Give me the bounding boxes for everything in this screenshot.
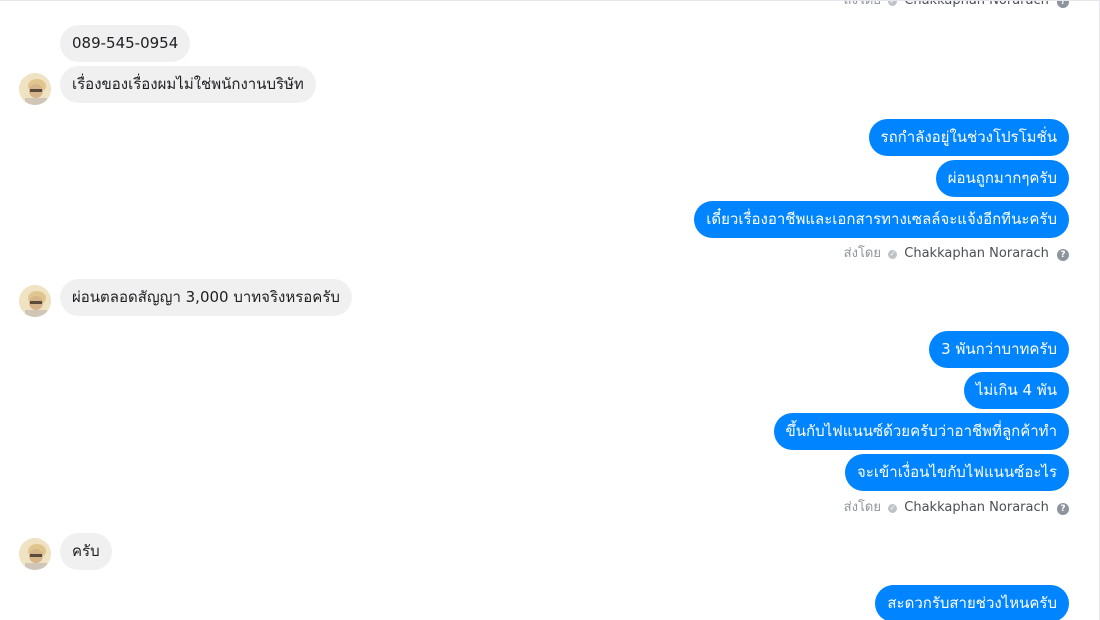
user-avatar-icon[interactable] [19,285,51,317]
outgoing-message[interactable]: ผ่อนถูกมากๆครับ [935,160,1069,197]
chat-thread[interactable]: ส่งโดย ✓ Chakkaphan Norarach ? 089-545-0… [0,0,1100,620]
user-avatar-icon[interactable] [19,73,51,105]
sent-by-label: ส่งโดย [843,246,881,261]
question-circle-icon[interactable]: ? [1057,1,1069,8]
outgoing-message[interactable]: สะดวกรับสายช่วงไหนครับ [875,585,1069,620]
question-circle-icon[interactable]: ? [1057,249,1069,261]
agent-name[interactable]: Chakkaphan Norarach [904,1,1049,8]
sent-by-line: ส่งโดย ✓ Chakkaphan Norarach ? [844,245,1069,263]
check-circle-icon: ✓ [888,250,898,259]
outgoing-message[interactable]: จะเข้าเงื่อนไขกับไฟแนนซ์อะไร [845,454,1069,491]
agent-name[interactable]: Chakkaphan Norarach [904,500,1049,515]
sent-by-label: ส่งโดย [843,0,881,8]
outgoing-message[interactable]: รถกำลังอยู่ในช่วงโปรโมชั่น [868,119,1069,156]
question-circle-icon[interactable]: ? [1057,503,1069,515]
incoming-message[interactable]: ครับ [60,533,112,570]
check-circle-icon: ✓ [888,1,898,6]
sent-by-line: ส่งโดย ✓ Chakkaphan Norarach ? [843,0,1069,10]
incoming-message[interactable]: ผ่อนตลอดสัญญา 3,000 บาทจริงหรอครับ [60,279,352,316]
sent-by-label: ส่งโดย [843,500,881,515]
check-circle-icon: ✓ [888,504,898,513]
sent-by-line: ส่งโดย ✓ Chakkaphan Norarach ? [844,499,1069,517]
agent-name[interactable]: Chakkaphan Norarach [904,246,1049,261]
outgoing-message[interactable]: 3 พันกว่าบาทครับ [929,331,1069,368]
incoming-message[interactable]: 089-545-0954 [60,25,191,62]
user-avatar-icon[interactable] [19,538,51,570]
outgoing-message[interactable]: เดี๋ยวเรื่องอาชีพและเอกสารทางเซลล์จะแจ้ง… [694,201,1069,238]
incoming-message[interactable]: เรื่องของเรื่องผมไม่ใช่พนักงานบริษัท [60,66,316,103]
outgoing-message[interactable]: ขึ้นกับไฟแนนซ์ด้วยครับว่าอาชีพที่ลูกค้าท… [773,413,1069,450]
outgoing-message[interactable]: ไม่เกิน 4 พัน [963,372,1069,409]
